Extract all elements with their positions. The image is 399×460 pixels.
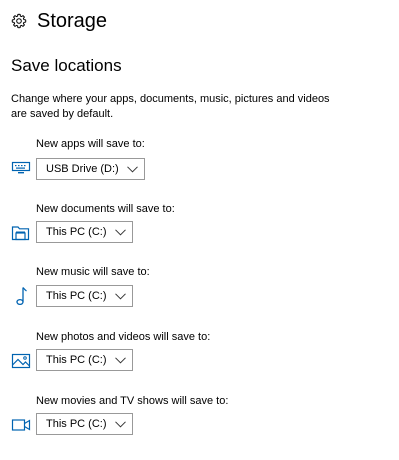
chevron-down-icon — [126, 165, 138, 173]
music-location-dropdown[interactable]: This PC (C:) — [36, 285, 133, 307]
documents-location-dropdown[interactable]: This PC (C:) — [36, 221, 133, 243]
section-title: Save locations — [11, 56, 122, 75]
photos-save-label: New photos and videos will save to: — [36, 331, 211, 343]
music-location-value: This PC (C:) — [46, 290, 107, 302]
apps-location-dropdown[interactable]: USB Drive (D:) — [36, 158, 145, 180]
movies-location-dropdown[interactable]: This PC (C:) — [36, 413, 133, 435]
photos-location-dropdown[interactable]: This PC (C:) — [36, 349, 133, 371]
chevron-down-icon — [114, 292, 126, 300]
monitor-icon — [10, 159, 32, 177]
documents-location-value: This PC (C:) — [46, 226, 107, 238]
movies-location-value: This PC (C:) — [46, 418, 107, 430]
gear-icon — [11, 13, 27, 29]
apps-location-value: USB Drive (D:) — [46, 163, 119, 175]
page-header: Storage — [11, 9, 107, 33]
documents-save-label: New documents will save to: — [36, 203, 175, 215]
picture-icon — [10, 352, 32, 370]
section-description: Change where your apps, documents, music… — [11, 93, 330, 120]
page-title: Storage — [37, 10, 108, 32]
movies-save-label: New movies and TV shows will save to: — [36, 395, 229, 407]
video-camera-icon — [10, 416, 32, 434]
music-save-label: New music will save to: — [36, 266, 150, 278]
photos-location-value: This PC (C:) — [46, 354, 107, 366]
chevron-down-icon — [114, 228, 126, 236]
apps-save-label: New apps will save to: — [36, 138, 145, 150]
chevron-down-icon — [114, 356, 126, 364]
chevron-down-icon — [114, 420, 126, 428]
folder-icon — [10, 224, 32, 242]
music-note-icon — [10, 287, 32, 306]
